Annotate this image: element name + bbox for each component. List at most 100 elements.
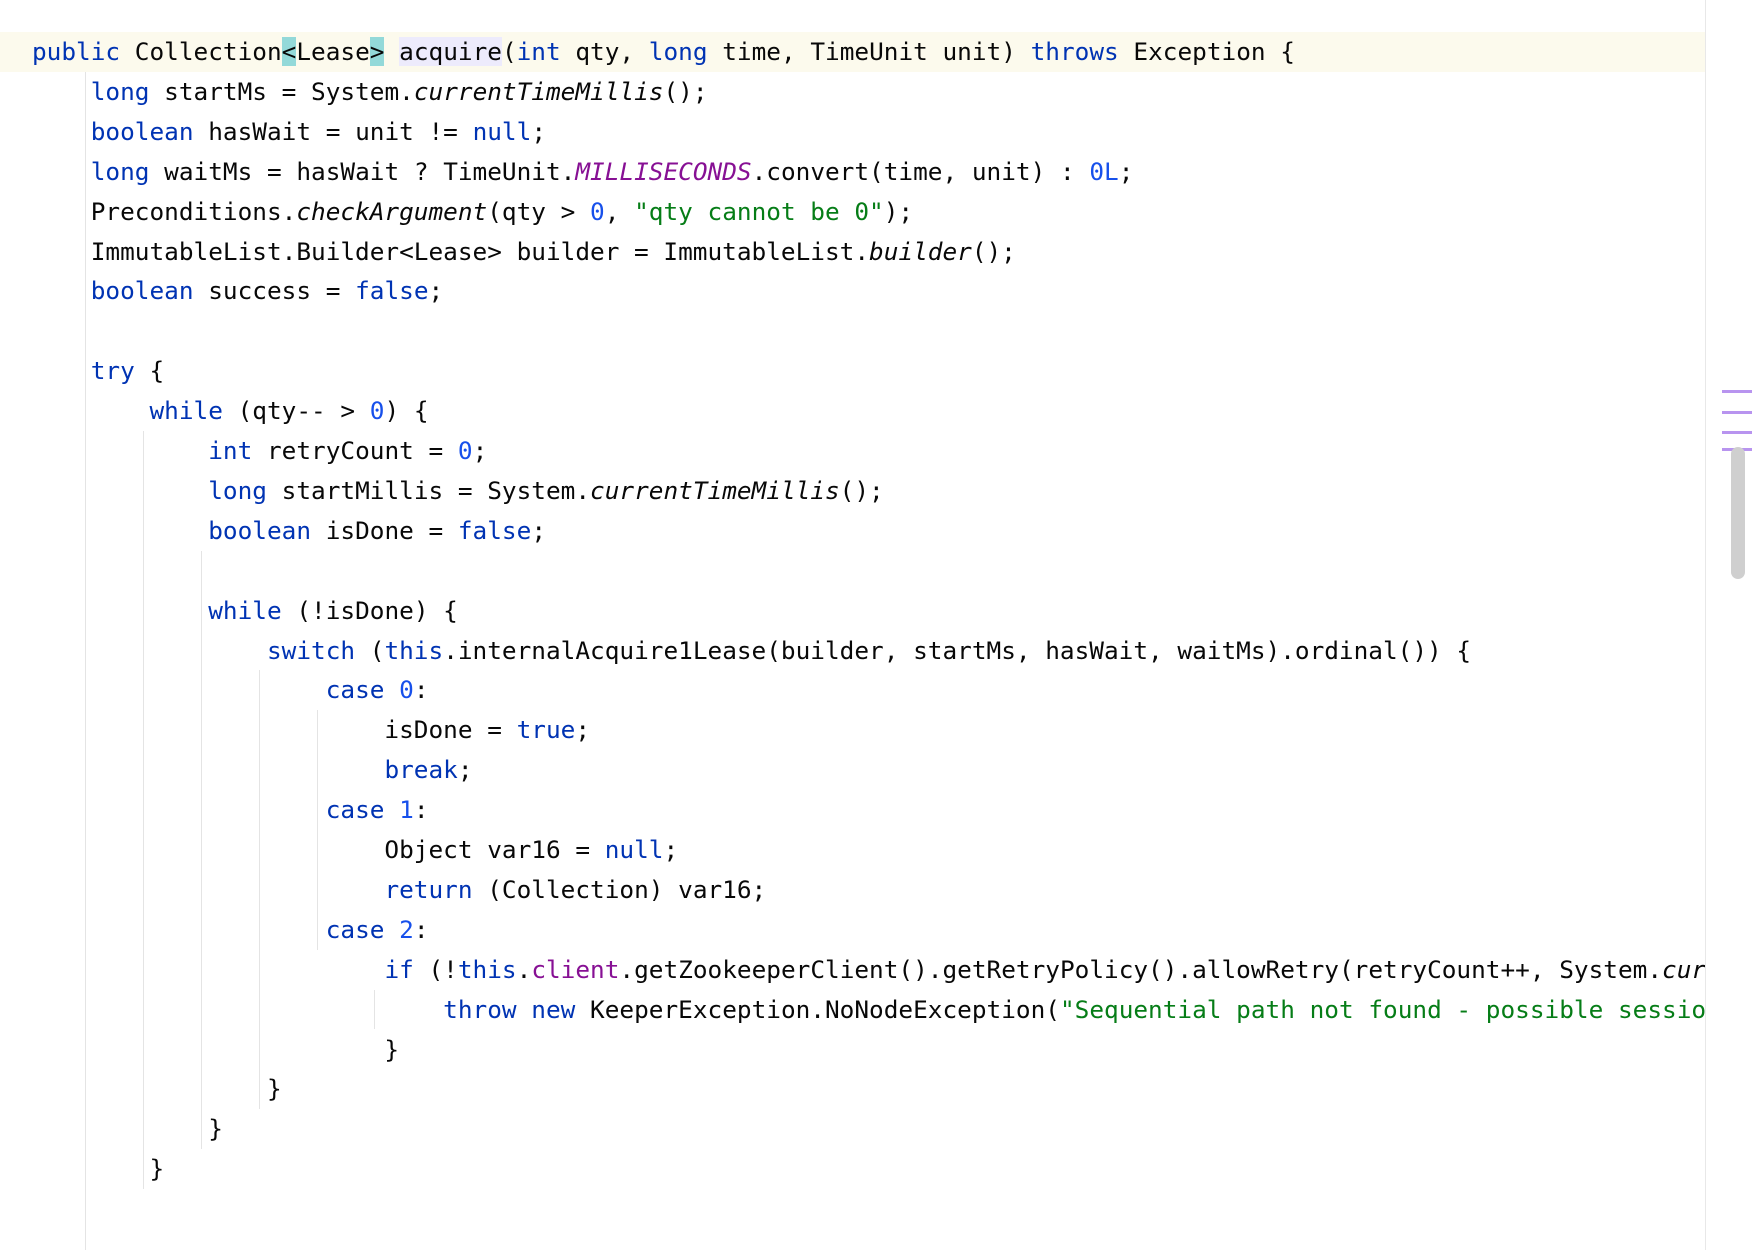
code-line[interactable]: case 2: xyxy=(0,910,429,950)
code-token: 1 xyxy=(399,795,414,825)
code-token: long xyxy=(90,76,150,106)
code-line[interactable]: int retryCount = 0; xyxy=(0,431,487,471)
code-token: qty, xyxy=(560,37,649,66)
code-line[interactable]: } xyxy=(0,1069,282,1109)
code-token: ; xyxy=(663,835,679,864)
code-line[interactable]: . xyxy=(0,1229,311,1250)
code-token: null xyxy=(472,116,532,146)
code-line[interactable]: throw new KeeperException.NoNodeExceptio… xyxy=(0,990,1708,1030)
code-token: builder xyxy=(869,236,972,266)
code-line[interactable] xyxy=(0,1189,32,1229)
code-token: : xyxy=(413,914,429,944)
code-line[interactable]: case 0: xyxy=(0,670,429,710)
code-token: ; xyxy=(1118,156,1134,186)
code-line[interactable]: Object var16 = null; xyxy=(0,830,678,870)
indent-guide xyxy=(143,431,144,1190)
error-stripe-marker[interactable] xyxy=(1722,431,1752,434)
code-editor[interactable]: public Collection<Lease> acquire(int qty… xyxy=(0,0,1708,1250)
code-token: case xyxy=(325,795,385,825)
code-token: } xyxy=(32,1154,165,1184)
code-line[interactable] xyxy=(0,311,32,351)
code-token: "qty cannot be 0" xyxy=(634,196,884,226)
code-line[interactable]: isDone = true; xyxy=(0,710,590,750)
code-token: currentTi xyxy=(1662,954,1708,984)
code-token: return xyxy=(384,874,473,904)
code-token: ; xyxy=(531,116,546,146)
code-token: > xyxy=(369,37,385,66)
code-token: currentTimeMillis xyxy=(590,475,840,505)
code-line[interactable]: boolean hasWait = unit != null; xyxy=(0,112,546,152)
code-token: case xyxy=(325,675,385,705)
code-token: .getZookeeperClient().getRetryPolicy().a… xyxy=(619,954,1663,984)
code-token: this xyxy=(384,635,444,665)
code-token: try xyxy=(90,356,135,386)
code-token: public xyxy=(32,37,121,66)
code-token: ; xyxy=(428,276,444,306)
code-token: .convert(time, unit) : xyxy=(751,156,1090,186)
code-token: 0L xyxy=(1089,156,1119,186)
code-line-current[interactable]: public Collection<Lease> acquire(int qty… xyxy=(0,32,1708,72)
code-token: } xyxy=(32,1034,400,1064)
code-token: isDone = xyxy=(32,715,517,745)
code-token: this xyxy=(457,954,517,984)
code-token: : xyxy=(413,795,429,825)
code-line[interactable] xyxy=(0,551,32,591)
code-line[interactable]: break; xyxy=(0,750,472,790)
code-line[interactable]: long startMillis = System.currentTimeMil… xyxy=(0,471,884,511)
code-token: switch xyxy=(266,635,356,665)
code-token: { xyxy=(134,356,165,386)
code-line[interactable]: } xyxy=(0,1030,399,1070)
code-line[interactable]: return (Collection) var16; xyxy=(0,870,766,910)
scrollbar-thumb[interactable] xyxy=(1731,447,1745,579)
code-token: ); xyxy=(883,196,914,226)
indent-guide xyxy=(85,71,86,1250)
code-line[interactable]: boolean success = false; xyxy=(0,271,443,311)
code-token: currentTimeMillis xyxy=(413,76,664,106)
code-line[interactable]: if (!this.client.getZookeeperClient().ge… xyxy=(0,950,1708,990)
code-token: int xyxy=(516,37,561,66)
vertical-scrollbar[interactable] xyxy=(1706,0,1758,1250)
code-token: (! xyxy=(413,954,458,984)
code-token: ; xyxy=(575,715,591,745)
code-token: boolean xyxy=(208,515,312,545)
code-token: ) { xyxy=(384,396,429,426)
code-line[interactable]: boolean isDone = false; xyxy=(0,511,546,551)
code-token: . xyxy=(32,1234,312,1250)
code-token: while xyxy=(149,396,223,426)
code-line[interactable]: while (qty-- > 0) { xyxy=(0,391,429,431)
code-token: startMillis = System. xyxy=(266,475,591,505)
code-line[interactable]: ImmutableList.Builder<Lease> builder = I… xyxy=(0,232,1016,272)
code-token: } xyxy=(32,1114,223,1144)
code-token: boolean xyxy=(90,116,194,146)
code-token: checkArgument xyxy=(296,196,488,226)
code-line[interactable]: switch (this.internalAcquire1Lease(build… xyxy=(0,631,1471,671)
code-token: success = xyxy=(193,276,356,306)
code-line[interactable]: while (!isDone) { xyxy=(0,591,458,631)
indent-guide xyxy=(374,989,375,1030)
code-token: time, TimeUnit unit) xyxy=(707,37,1031,66)
code-token: (); xyxy=(971,236,1016,266)
error-stripe-marker[interactable] xyxy=(1722,390,1752,393)
code-line[interactable]: long waitMs = hasWait ? TimeUnit.MILLISE… xyxy=(0,152,1134,192)
code-token: (); xyxy=(663,76,708,106)
error-stripe-marker[interactable] xyxy=(1722,411,1752,414)
code-line[interactable]: } xyxy=(0,1149,164,1189)
code-line[interactable]: } xyxy=(0,1109,223,1149)
code-token: : xyxy=(413,675,429,705)
code-token: , xyxy=(604,196,635,226)
code-line[interactable]: try { xyxy=(0,351,164,391)
code-token: new xyxy=(531,994,576,1024)
code-token: KeeperException.NoNodeException( xyxy=(575,994,1060,1024)
code-line[interactable]: case 1: xyxy=(0,790,429,830)
indent-guide xyxy=(317,710,318,950)
code-line[interactable]: long startMs = System.currentTimeMillis(… xyxy=(0,72,708,112)
code-line[interactable]: Preconditions.checkArgument(qty > 0, "qt… xyxy=(0,192,913,232)
